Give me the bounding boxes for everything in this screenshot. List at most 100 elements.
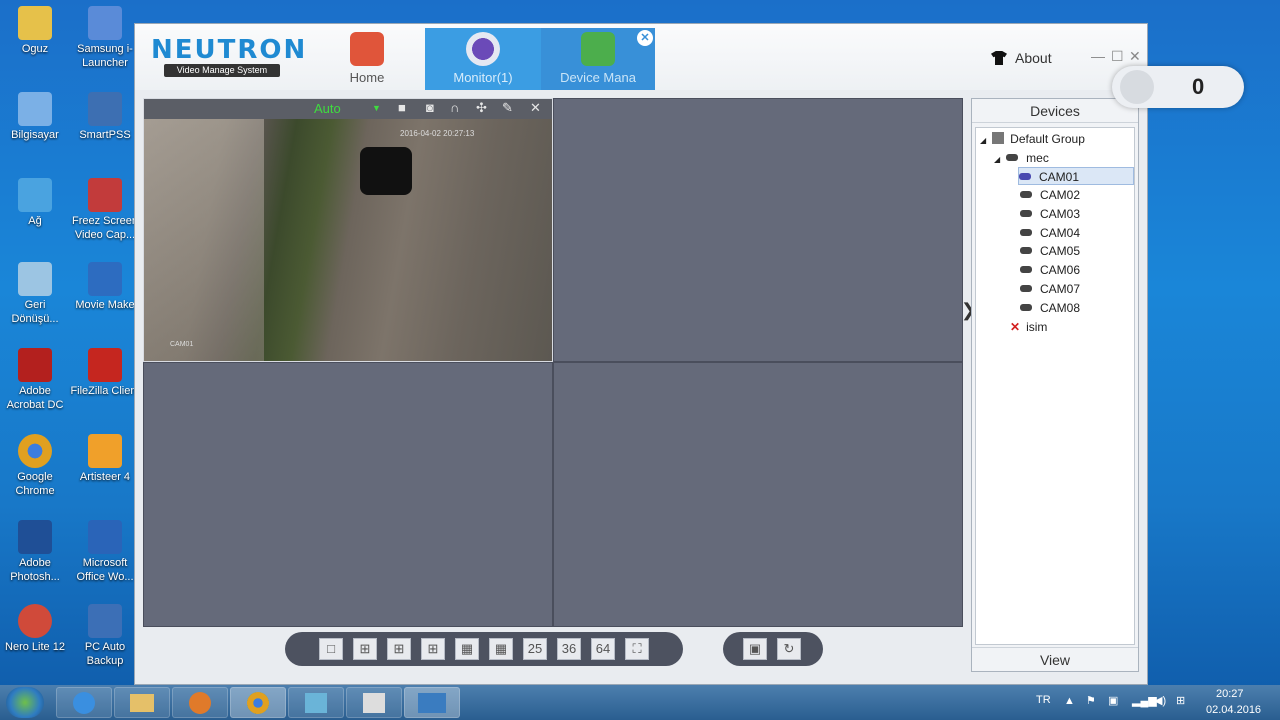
parked-car	[360, 147, 412, 195]
layout-6-button[interactable]: ⊞	[387, 638, 411, 660]
desktop-icon-smartpss[interactable]: SmartPSS	[70, 92, 140, 142]
settings-icon[interactable]: ✎	[502, 100, 513, 116]
language-indicator[interactable]: TR	[1036, 694, 1051, 706]
media-player-icon	[189, 692, 211, 714]
taskbar-explorer[interactable]	[114, 687, 170, 718]
audio-icon[interactable]: ∩	[450, 100, 459, 115]
record-icon[interactable]: ■	[398, 100, 406, 115]
taskbar-neutron[interactable]	[404, 687, 460, 718]
taskbar-ie[interactable]	[56, 687, 112, 718]
computer-icon	[18, 92, 52, 126]
desktop-icon-oguz[interactable]: Oguz	[0, 6, 70, 56]
network-signal-icon[interactable]: ▂▄▆	[1132, 694, 1157, 707]
tree-camera[interactable]: CAM05	[1020, 242, 1080, 260]
close-video-icon[interactable]: ✕	[530, 100, 541, 116]
fullscreen-icon[interactable]: ⛶	[625, 638, 649, 660]
building-wall	[144, 119, 264, 361]
desktop-icon-computer[interactable]: Bilgisayar	[0, 92, 70, 142]
layout-9-button[interactable]: ▦	[455, 638, 479, 660]
expand-arrow-icon[interactable]: ◢	[980, 136, 986, 145]
layout-4-button[interactable]: ⊞	[353, 638, 377, 660]
taskbar-chrome[interactable]	[230, 687, 286, 718]
start-button[interactable]	[6, 687, 44, 718]
tree-camera[interactable]: CAM04	[1020, 224, 1080, 242]
device-icon[interactable]: ▣	[1108, 694, 1118, 707]
tree-camera[interactable]: CAM07	[1020, 280, 1080, 298]
desktop-icon-network[interactable]: Ağ	[0, 178, 70, 228]
tree-device[interactable]: ◢ mec	[994, 149, 1049, 167]
tree-group[interactable]: ◢ Default Group	[980, 130, 1085, 148]
desktop-icon-freez[interactable]: Freez Screen Video Cap...	[70, 178, 140, 242]
camera-toolbar: Auto ▼ ■ ◙ ∩ ✣ ✎ ✕	[144, 99, 552, 119]
close-button[interactable]: ✕	[1129, 48, 1141, 65]
windows-logo-icon[interactable]: ⊞	[1176, 694, 1185, 707]
notification-counter[interactable]: 0	[1112, 66, 1244, 108]
layout-25-button[interactable]: 25	[523, 638, 547, 660]
video-cell-4[interactable]	[553, 362, 963, 627]
show-hidden-icons-icon[interactable]: ▲	[1064, 695, 1075, 707]
tab-device-manager[interactable]: Device Mana ✕	[541, 28, 655, 90]
desktop-icon-filezilla[interactable]: FileZilla Client	[70, 348, 140, 398]
taskbar-app[interactable]	[288, 687, 344, 718]
maximize-button[interactable]: ☐	[1111, 48, 1124, 65]
view-button[interactable]: View	[972, 647, 1138, 671]
ptz-icon[interactable]: ✣	[476, 100, 487, 116]
chrome-icon	[18, 434, 52, 468]
tree-camera[interactable]: CAM01	[1018, 167, 1134, 185]
desktop-icon-samsung[interactable]: Samsung i-Launcher	[70, 6, 140, 70]
desktop-icon-photoshop[interactable]: Adobe Photosh...	[0, 520, 70, 584]
offline-x-icon: ✕	[1010, 320, 1021, 334]
about-button[interactable]: About	[991, 50, 1052, 66]
desktop-icon-nero[interactable]: Nero Lite 12	[0, 604, 70, 654]
minimize-button[interactable]: —	[1091, 48, 1105, 64]
tab-home[interactable]: Home	[331, 28, 403, 90]
clock-time[interactable]: 20:27	[1216, 688, 1244, 700]
tree-camera[interactable]: CAM03	[1020, 205, 1080, 223]
desktop-icon-acrobat[interactable]: Adobe Acrobat DC	[0, 348, 70, 412]
tree-camera[interactable]: CAM06	[1020, 261, 1080, 279]
taskbar-media-player[interactable]	[172, 687, 228, 718]
save-layout-icon[interactable]: ▣	[743, 638, 767, 660]
action-center-flag-icon[interactable]: ⚑	[1086, 694, 1096, 707]
layout-8-button[interactable]: ⊞	[421, 638, 445, 660]
network-icon	[18, 178, 52, 212]
photoshop-icon	[18, 520, 52, 554]
volume-icon[interactable]: ◀)	[1154, 694, 1166, 707]
video-cell-3[interactable]	[143, 362, 553, 627]
desktop-icon-artisteer[interactable]: Artisteer 4	[70, 434, 140, 484]
action-toolbar: ▣ ↻	[723, 632, 823, 666]
smartpss-icon	[88, 92, 122, 126]
video-cell-2[interactable]	[553, 98, 963, 362]
camera-icon	[1020, 266, 1032, 273]
desktop-icon-recycle[interactable]: Geri Dönüşü...	[0, 262, 70, 326]
desktop-icon-movie-maker[interactable]: Movie Make	[70, 262, 140, 312]
video-cell-1[interactable]: Auto ▼ ■ ◙ ∩ ✣ ✎ ✕ 2016-04-02 20:27:13 C…	[143, 98, 553, 362]
camera-icon	[1020, 191, 1032, 198]
taskbar-camera-app[interactable]	[346, 687, 402, 718]
neutron-logo: NEUTRON Video Manage System	[151, 35, 308, 77]
close-tab-icon[interactable]: ✕	[637, 30, 653, 46]
clock-date[interactable]: 02.04.2016	[1206, 704, 1261, 716]
tree-camera[interactable]: CAM08	[1020, 299, 1080, 317]
layout-16-button[interactable]: ▦	[489, 638, 513, 660]
video-grid: Auto ▼ ■ ◙ ∩ ✣ ✎ ✕ 2016-04-02 20:27:13 C…	[143, 98, 963, 627]
expand-arrow-icon[interactable]: ◢	[994, 155, 1000, 164]
tab-monitor[interactable]: Monitor(1)	[425, 28, 541, 90]
tree-camera[interactable]: CAM02	[1020, 186, 1080, 204]
refresh-icon[interactable]: ↻	[777, 638, 801, 660]
samsung-launcher-icon	[88, 6, 122, 40]
snapshot-icon[interactable]: ◙	[426, 100, 434, 115]
dropdown-arrow-icon[interactable]: ▼	[372, 103, 381, 113]
layout-64-button[interactable]: 64	[591, 638, 615, 660]
chrome-icon	[247, 692, 269, 714]
device-tree: ◢ Default Group ◢ mec CAM01 CAM02 CAM03 CA…	[975, 127, 1135, 645]
desktop-icon-pc-backup[interactable]: PC Auto Backup	[70, 604, 140, 668]
desktop-icon-chrome[interactable]: Google Chrome	[0, 434, 70, 498]
devices-panel: Devices ◢ Default Group ◢ mec CAM01 CAM02 …	[971, 98, 1139, 672]
layout-36-button[interactable]: 36	[557, 638, 581, 660]
stream-mode-select[interactable]: Auto	[314, 101, 341, 116]
tree-offline-device[interactable]: ✕ isim	[1010, 318, 1047, 336]
home-icon	[350, 32, 384, 66]
desktop-icon-word[interactable]: Microsoft Office Wo...	[70, 520, 140, 584]
layout-1-button[interactable]: □	[319, 638, 343, 660]
